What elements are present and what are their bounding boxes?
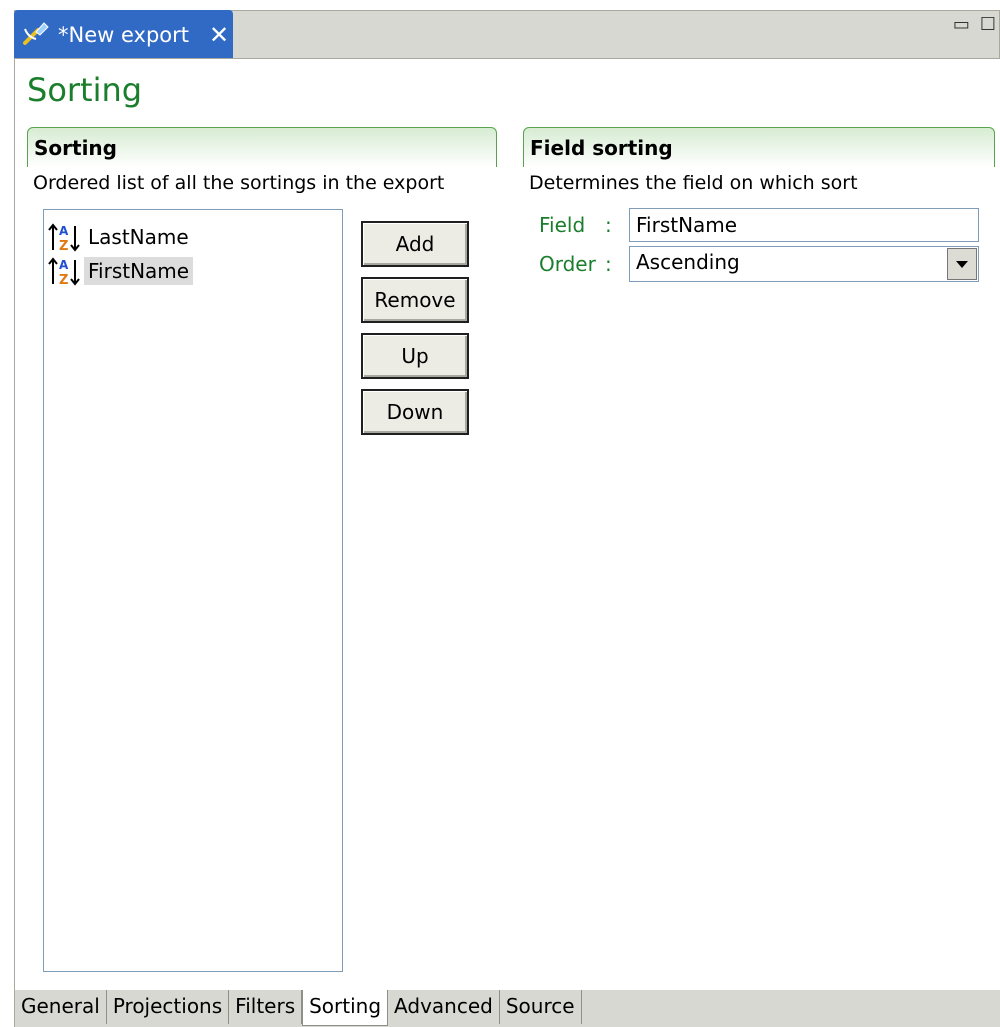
sort-ascending-az-icon: A Z	[48, 256, 82, 288]
tab-advanced[interactable]: Advanced	[388, 990, 500, 1024]
tab-filters[interactable]: Filters	[229, 990, 303, 1024]
chevron-down-icon[interactable]	[947, 248, 977, 280]
maximize-icon[interactable]: ☐	[980, 14, 996, 35]
editor-body: Sorting Sorting Ordered list of all the …	[14, 58, 1000, 990]
down-button[interactable]: Down	[361, 389, 469, 435]
field-label: Field	[539, 213, 586, 237]
section-title: Sorting	[27, 127, 497, 167]
sort-ascending-az-icon: A Z	[48, 222, 82, 254]
order-label: Order	[539, 252, 596, 276]
up-button[interactable]: Up	[361, 333, 469, 379]
list-item[interactable]: A Z FirstName	[48, 254, 338, 288]
svg-text:Z: Z	[59, 273, 68, 286]
order-select[interactable]: Ascending	[629, 246, 979, 282]
svg-text:A: A	[59, 224, 69, 238]
tab-projections[interactable]: Projections	[107, 990, 230, 1024]
list-item-label: FirstName	[84, 257, 194, 285]
tab-sorting[interactable]: Sorting	[302, 990, 389, 1026]
remove-button[interactable]: Remove	[361, 277, 469, 323]
section-description: Ordered list of all the sortings in the …	[33, 172, 445, 194]
editor-tab-bar: *New export ✕ ▭ ☐	[0, 0, 1000, 60]
sorting-list[interactable]: A Z LastName A Z FirstName	[43, 209, 343, 972]
list-item[interactable]: A Z LastName	[48, 220, 338, 254]
page-tabs: General Projections Filters Sorting Adva…	[14, 990, 1000, 1027]
section-title: Field sorting	[523, 127, 995, 167]
tab-source[interactable]: Source	[500, 990, 582, 1024]
export-wizard-icon	[22, 19, 52, 52]
order-select-value: Ascending	[636, 250, 740, 274]
field-label-colon: :	[605, 213, 612, 237]
minimize-icon[interactable]: ▭	[953, 14, 970, 35]
field-sorting-section: Field sorting Determines the field on wh…	[523, 127, 995, 194]
order-label-colon: :	[605, 252, 612, 276]
page-title: Sorting	[27, 71, 143, 109]
list-item-label: LastName	[88, 225, 189, 249]
editor-tab-new-export[interactable]: *New export ✕	[14, 10, 233, 60]
close-icon[interactable]: ✕	[209, 21, 229, 49]
svg-text:A: A	[59, 258, 69, 272]
svg-text:Z: Z	[59, 239, 68, 252]
sorting-section: Sorting Ordered list of all the sortings…	[27, 127, 497, 194]
add-button[interactable]: Add	[361, 221, 469, 267]
section-description: Determines the field on which sort	[529, 172, 858, 194]
tab-general[interactable]: General	[15, 990, 107, 1024]
field-input[interactable]: FirstName	[629, 208, 979, 242]
editor-tab-title: *New export	[58, 23, 190, 47]
